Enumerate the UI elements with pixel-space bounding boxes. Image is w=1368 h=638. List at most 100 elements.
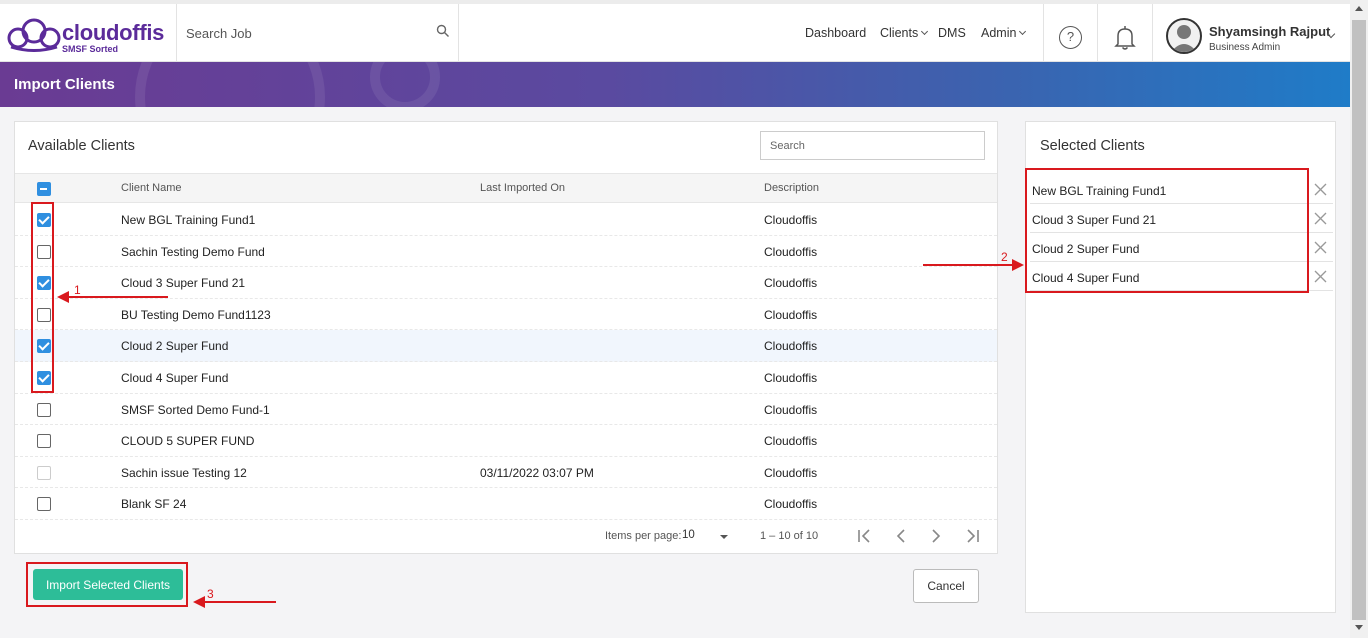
decorative-circle — [135, 62, 325, 107]
table-row[interactable]: Blank SF 24 Cloudoffis — [15, 488, 997, 520]
row-checkbox — [37, 465, 51, 480]
annotation-box-selected — [1025, 168, 1309, 293]
remove-icon[interactable] — [1314, 183, 1327, 196]
scrollbar-thumb[interactable] — [1352, 20, 1366, 620]
chevron-down-icon — [921, 27, 929, 36]
description-cell: Cloudoffis — [764, 465, 818, 480]
column-header-last-imported[interactable]: Last Imported On — [480, 182, 565, 194]
description-cell: Cloudoffis — [764, 402, 818, 417]
remove-icon[interactable] — [1314, 241, 1327, 254]
brand-subtitle: SMSF Sorted — [62, 44, 119, 54]
last-imported-cell: 03/11/2022 03:07 PM — [480, 465, 594, 480]
table-row[interactable]: Sachin issue Testing 12 03/11/2022 03:07 … — [15, 457, 997, 489]
client-name-cell: Cloud 4 Super Fund — [121, 371, 229, 385]
client-name-cell: Cloud 3 Super Fund 21 — [121, 276, 246, 291]
scroll-up-icon[interactable] — [1355, 6, 1363, 11]
table-row[interactable]: BU Testing Demo Fund1123 Cloudoffis — [15, 299, 997, 331]
search-job — [176, 4, 459, 62]
description-cell: Cloudoffis — [764, 276, 818, 291]
user-avatar-icon — [1171, 25, 1197, 52]
nav-clients[interactable]: Clients — [880, 26, 929, 40]
arrow-head-icon — [57, 291, 69, 303]
available-clients-panel: Available Clients Client Name Last Impor… — [14, 121, 998, 554]
nav-admin[interactable]: Admin — [981, 26, 1027, 40]
description-cell: Cloudoffis — [764, 307, 818, 322]
annotation-box-checkboxes — [31, 202, 54, 393]
decorative-circle — [370, 62, 440, 107]
items-per-page-label: Items per page: — [605, 530, 682, 542]
remove-icon[interactable] — [1314, 270, 1327, 283]
bell-icon[interactable] — [1114, 25, 1136, 51]
table-row[interactable]: Cloud 2 Super Fund Cloudoffis — [15, 330, 997, 362]
description-cell: Cloudoffis — [764, 371, 818, 385]
description-cell: Cloudoffis — [764, 497, 818, 512]
first-page-icon[interactable] — [855, 526, 875, 546]
items-per-page-select[interactable]: 10 — [682, 529, 695, 541]
divider — [1152, 4, 1153, 62]
page-range: 1 – 10 of 10 — [760, 530, 819, 542]
client-name-cell: BU Testing Demo Fund1123 — [121, 307, 271, 322]
description-cell: Cloudoffis — [764, 434, 818, 449]
brand-name: cloudoffis — [62, 20, 165, 45]
client-name-cell: Sachin issue Testing 12 — [121, 465, 247, 480]
arrow-head-icon — [193, 596, 205, 608]
client-name-cell: Cloud 2 Super Fund — [121, 339, 229, 354]
cloudoffis-logo-icon — [7, 18, 61, 52]
dropdown-arrow-icon[interactable] — [720, 535, 728, 539]
description-cell: Cloudoffis — [764, 213, 818, 227]
row-checkbox[interactable] — [37, 402, 51, 417]
arrow-head-icon — [1012, 259, 1024, 271]
table-row[interactable]: SMSF Sorted Demo Fund-1 Cloudoffis — [15, 394, 997, 426]
scroll-down-icon[interactable] — [1355, 625, 1363, 630]
chevron-down-icon — [1019, 27, 1027, 36]
description-cell: Cloudoffis — [764, 244, 818, 259]
annotation-label: 1 — [74, 283, 81, 297]
previous-page-icon[interactable] — [891, 526, 911, 546]
client-name-cell: New BGL Training Fund1 — [121, 213, 256, 227]
next-page-icon[interactable] — [926, 526, 946, 546]
column-header-description[interactable]: Description — [764, 182, 819, 194]
annotation-label: 3 — [207, 587, 214, 601]
divider — [1097, 4, 1098, 62]
annotation-arrow — [203, 601, 276, 603]
annotation-label: 2 — [1001, 250, 1008, 264]
select-all-checkbox[interactable] — [37, 182, 51, 196]
row-checkbox[interactable] — [37, 497, 51, 512]
divider — [1043, 4, 1044, 62]
user-role: Business Admin — [1209, 42, 1281, 53]
clients-search-input[interactable] — [760, 131, 985, 160]
nav-clients-label: Clients — [880, 26, 919, 40]
table-header: Client Name Last Imported On Description — [15, 173, 997, 203]
client-name-cell: CLOUD 5 SUPER FUND — [121, 434, 255, 449]
annotation-arrow — [923, 264, 1015, 266]
annotation-arrow — [66, 296, 168, 298]
last-page-icon[interactable] — [962, 526, 982, 546]
row-checkbox[interactable] — [37, 434, 51, 449]
nav-dms[interactable]: DMS — [938, 26, 966, 40]
nav-admin-label: Admin — [981, 26, 1017, 40]
logo[interactable]: cloudoffis SMSF Sorted — [6, 12, 176, 58]
cancel-button[interactable]: Cancel — [913, 569, 979, 603]
selected-clients-title: Selected Clients — [1040, 138, 1145, 154]
remove-icon[interactable] — [1314, 212, 1327, 225]
help-icon[interactable]: ? — [1059, 26, 1082, 49]
column-header-client-name[interactable]: Client Name — [121, 182, 182, 194]
description-cell: Cloudoffis — [764, 339, 818, 354]
page-scrollbar[interactable] — [1350, 0, 1368, 638]
search-icon[interactable] — [436, 24, 450, 38]
client-name-cell: Blank SF 24 — [121, 497, 187, 512]
table-row[interactable]: CLOUD 5 SUPER FUND Cloudoffis — [15, 425, 997, 457]
client-name-cell: Sachin Testing Demo Fund — [121, 244, 265, 259]
table-row[interactable]: Cloud 4 Super Fund Cloudoffis — [15, 362, 997, 394]
search-job-input[interactable] — [177, 4, 458, 62]
user-name[interactable]: Shyamsingh Rajput — [1209, 24, 1330, 39]
top-bar: cloudoffis SMSF Sorted Dashboard Clients… — [0, 0, 1350, 62]
client-name-cell: SMSF Sorted Demo Fund-1 — [121, 402, 270, 417]
table-row[interactable]: New BGL Training Fund1 Cloudoffis — [15, 204, 997, 236]
table-row[interactable]: Sachin Testing Demo Fund Cloudoffis — [15, 236, 997, 268]
table-row[interactable]: Cloud 3 Super Fund 21 Cloudoffis — [15, 267, 997, 299]
paginator: Items per page: 10 1 – 10 of 10 — [15, 519, 997, 553]
avatar[interactable] — [1166, 18, 1202, 54]
annotation-box-import — [26, 562, 188, 607]
nav-dashboard[interactable]: Dashboard — [805, 26, 866, 40]
